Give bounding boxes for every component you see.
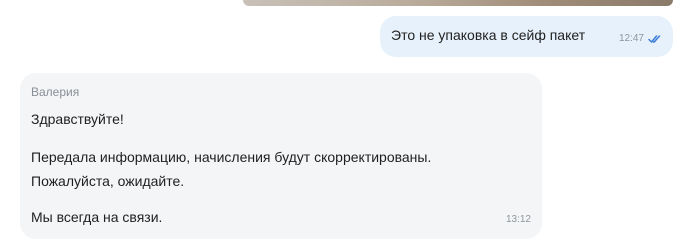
incoming-message-time: 13:12 (505, 214, 531, 225)
outgoing-message-bubble[interactable]: Это не упаковка в сейф пакет 12:47 (380, 16, 673, 57)
message-line: Здравствуйте! (31, 111, 124, 127)
sender-name: Валерия (31, 85, 80, 99)
message-line: Передала информацию, начисления будут ск… (31, 149, 432, 165)
outgoing-message-time: 12:47 (618, 33, 644, 44)
image-message-preview[interactable] (243, 0, 673, 6)
double-check-icon (648, 34, 661, 43)
incoming-message-bubble[interactable]: Валерия Здравствуйте! Передала информаци… (20, 73, 542, 239)
chat-thread: Это не упаковка в сейф пакет 12:47 Валер… (0, 0, 685, 247)
outgoing-message-text: Это не упаковка в сейф пакет (391, 27, 586, 43)
message-line: Пожалуйста, ожидайте. (31, 173, 185, 189)
outgoing-message-meta: 12:47 (619, 33, 662, 44)
message-line: Мы всегда на связи. (31, 209, 163, 225)
